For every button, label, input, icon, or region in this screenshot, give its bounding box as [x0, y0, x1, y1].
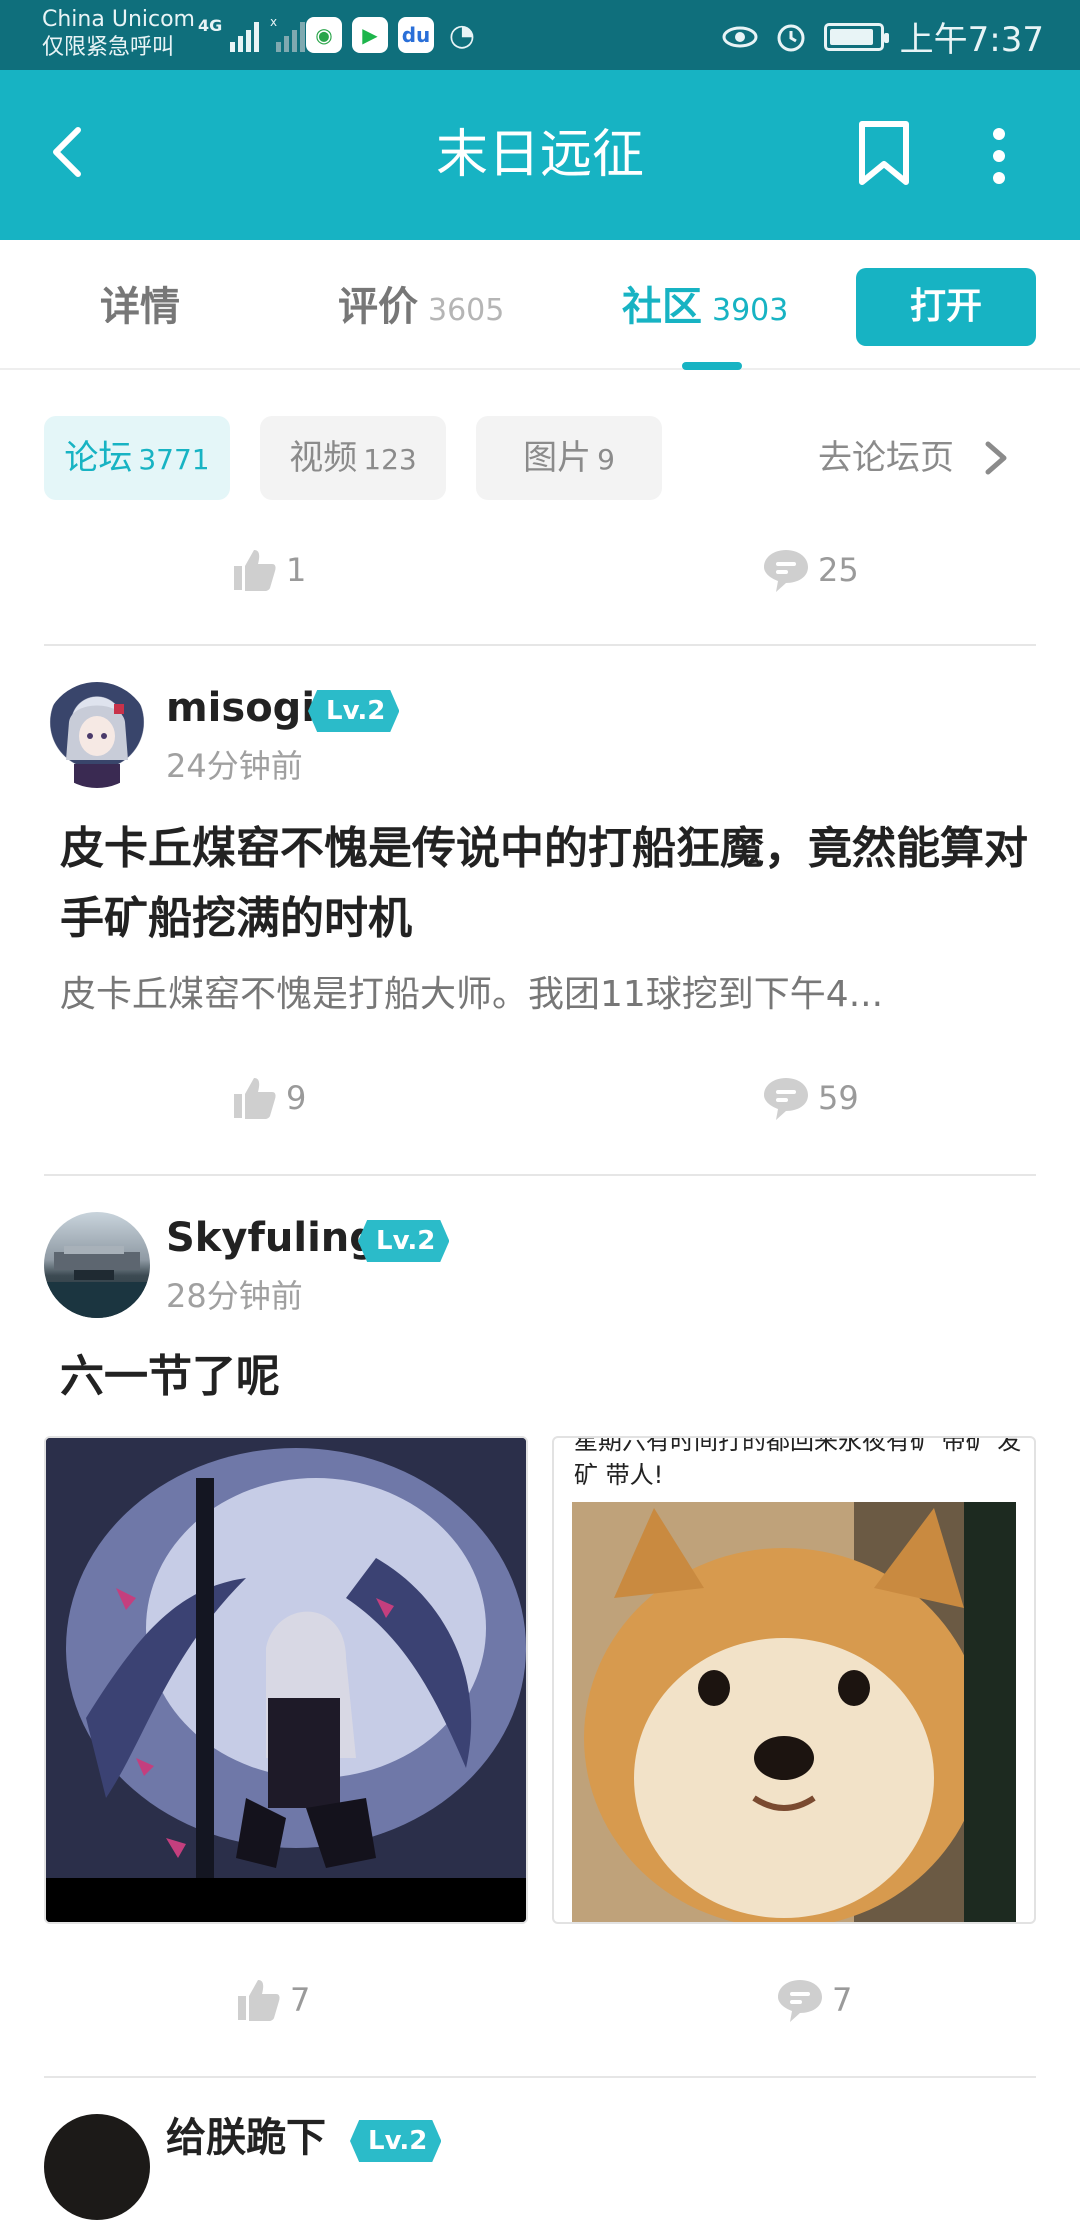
wechat-icon: ◔ [448, 17, 476, 53]
comment-button[interactable]: 25 [762, 540, 859, 600]
post-actions: 1 25 [0, 540, 1080, 600]
status-bar: China Unicom 仅限紧急呼叫 4G x ◉ ▶ du ◔ 上午7:37 [0, 0, 1080, 70]
tab-label: 详情 [100, 284, 180, 330]
tab-bar: 详情 评价 3605 社区 3903 打开 [0, 240, 1080, 370]
status-right: 上午7:37 [722, 12, 1044, 61]
tab-count: 3605 [428, 293, 505, 328]
carrier-name: China Unicom [42, 7, 195, 32]
username[interactable]: Skyfuling [166, 1212, 378, 1264]
post-actions: 7 7 [0, 1970, 1080, 2030]
divider [44, 644, 1036, 646]
like-count: 9 [286, 1079, 307, 1117]
filter-forum[interactable]: 论坛 3771 [44, 416, 230, 500]
chevron-right-icon[interactable] [984, 440, 1008, 476]
alarm-icon [777, 24, 805, 51]
post-image-anime[interactable] [44, 1436, 528, 1924]
like-button[interactable]: 7 [234, 1970, 310, 2030]
emergency-only-label: 仅限紧急呼叫 [42, 35, 175, 60]
level-badge: Lv.2 [350, 2120, 442, 2162]
tab-count: 3903 [712, 293, 789, 328]
comment-button[interactable]: 7 [776, 1970, 852, 2030]
avatar[interactable] [44, 682, 150, 788]
network-type: 4G [198, 16, 223, 35]
comment-count: 25 [818, 551, 859, 589]
post-excerpt[interactable]: 皮卡丘煤窑不愧是打船大师。我团11球挖到下午4... [60, 970, 1020, 1020]
like-count: 1 [286, 551, 307, 589]
browser-app-icon: ◉ [306, 17, 342, 53]
clock: 上午7:37 [899, 20, 1044, 60]
filter-label: 图片 [523, 438, 592, 478]
goto-forum-link[interactable]: 去论坛页 [818, 416, 954, 500]
level-badge: Lv.2 [358, 1220, 450, 1262]
carrier-info: China Unicom 仅限紧急呼叫 [42, 6, 195, 62]
comment-button[interactable]: 59 [762, 1068, 859, 1128]
tab-community[interactable]: 社区 3903 [622, 280, 788, 338]
like-button[interactable]: 1 [230, 540, 306, 600]
divider [44, 1174, 1036, 1176]
filter-count: 123 [363, 443, 417, 476]
thumbs-up-icon [238, 1980, 280, 2021]
eye-comfort-icon [722, 26, 758, 47]
filter-label: 论坛 [64, 438, 133, 478]
battery-icon [823, 22, 889, 51]
avatar[interactable] [44, 1212, 150, 1318]
baidu-app-icon: du [398, 17, 434, 53]
username[interactable]: 给朕跪下 [166, 2112, 326, 2164]
video-app-icon: ▶ [352, 17, 388, 53]
thumbs-up-icon [234, 1078, 276, 1119]
comment-count: 7 [832, 1981, 853, 2019]
page-title: 末日远征 [435, 125, 644, 185]
level-badge: Lv.2 [308, 690, 400, 732]
filter-images[interactable]: 图片 9 [476, 416, 662, 500]
filter-count: 3771 [138, 443, 210, 476]
like-count: 7 [290, 1981, 311, 2019]
tab-label: 评价 [338, 284, 418, 330]
tab-label: 社区 [622, 284, 702, 330]
post-image-meme[interactable]: 星期六有时间打的都回来永夜有矿 带矿 发矿 带人! [552, 1436, 1036, 1924]
more-options-icon[interactable] [984, 126, 1014, 186]
comment-icon [778, 1980, 822, 2022]
signal-icon: x [230, 15, 305, 52]
active-tab-indicator [682, 362, 742, 370]
tab-reviews[interactable]: 评价 3605 [338, 280, 504, 338]
bookmark-icon[interactable] [856, 120, 912, 186]
filter-label: 视频 [289, 438, 358, 478]
post-time: 24分钟前 [166, 747, 303, 785]
comment-icon [764, 1078, 808, 1120]
tab-details[interactable]: 详情 [100, 280, 180, 334]
filter-count: 9 [597, 443, 615, 476]
comment-count: 59 [818, 1079, 859, 1117]
notification-icons: ◉ ▶ du ◔ [306, 17, 480, 53]
svg-text:x: x [270, 15, 277, 29]
post-actions: 9 59 [0, 1068, 1080, 1128]
post-title[interactable]: 六一节了呢 [60, 1342, 1032, 1412]
app-header: 末日远征 [0, 70, 1080, 240]
post-time: 28分钟前 [166, 1277, 303, 1315]
comment-icon [764, 550, 808, 592]
avatar[interactable] [44, 2114, 150, 2220]
username[interactable]: misogi [166, 682, 315, 734]
divider [44, 2076, 1036, 2078]
like-button[interactable]: 9 [230, 1068, 306, 1128]
post-title[interactable]: 皮卡丘煤窑不愧是传说中的打船狂魔，竟然能算对手矿船挖满的时机 [60, 814, 1032, 954]
thumbs-up-icon [234, 550, 276, 591]
open-button[interactable]: 打开 [856, 268, 1036, 346]
filter-video[interactable]: 视频 123 [260, 416, 446, 500]
